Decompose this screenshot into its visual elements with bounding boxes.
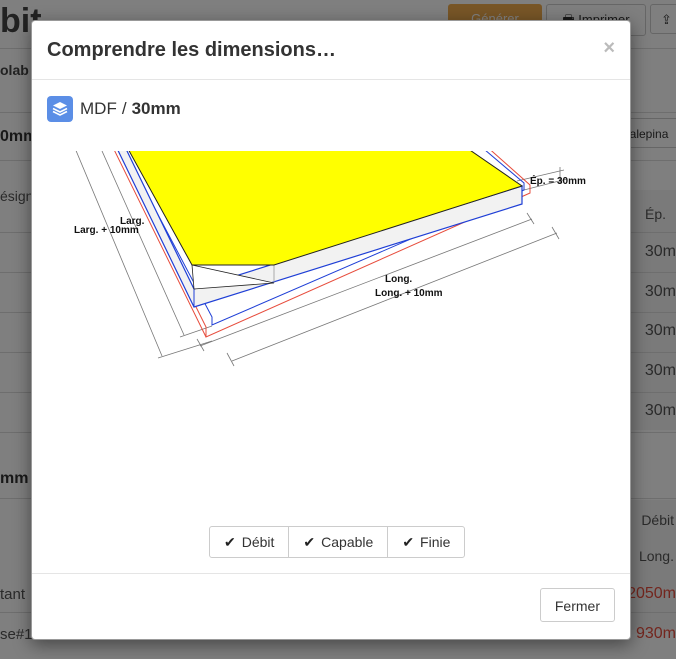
check-icon: ✔: [303, 534, 316, 550]
modal-title: Comprendre les dimensions…: [47, 39, 336, 61]
material-separator: /: [121, 99, 127, 118]
toggle-finie[interactable]: ✔ Finie: [387, 526, 466, 558]
material-row: MDF / 30mm: [47, 96, 181, 122]
layers-icon: [47, 96, 73, 122]
toggle-debit[interactable]: ✔ Débit: [209, 526, 290, 558]
close-icon[interactable]: ×: [603, 37, 615, 60]
length-label: Long.: [385, 274, 412, 285]
length-plus-label: Long. + 10mm: [375, 288, 443, 299]
check-icon: ✔: [402, 534, 415, 550]
toggle-label: Débit: [241, 534, 275, 550]
modal-header: Comprendre les dimensions… ×: [32, 21, 630, 80]
toggle-label: Finie: [420, 534, 451, 550]
width-plus-label: Larg. + 10mm: [74, 225, 139, 236]
material-name: MDF: [80, 99, 117, 118]
check-icon: ✔: [224, 534, 236, 550]
close-button[interactable]: Fermer: [539, 588, 615, 622]
dimensions-modal: Comprendre les dimensions… × MDF / 30mm: [31, 20, 631, 640]
dimension-toggle-group: ✔ Débit ✔ Capable ✔ Finie: [209, 526, 466, 558]
modal-footer: Fermer: [32, 573, 630, 639]
toggle-capable[interactable]: ✔ Capable: [288, 526, 389, 558]
thickness-label: Ép. = 30mm: [530, 174, 586, 187]
material-thickness: 30mm: [131, 99, 181, 118]
toggle-label: Capable: [321, 534, 374, 550]
panel-diagram: Ép. = 30mm Larg. Larg. + 10mm Long. Long…: [74, 151, 586, 367]
